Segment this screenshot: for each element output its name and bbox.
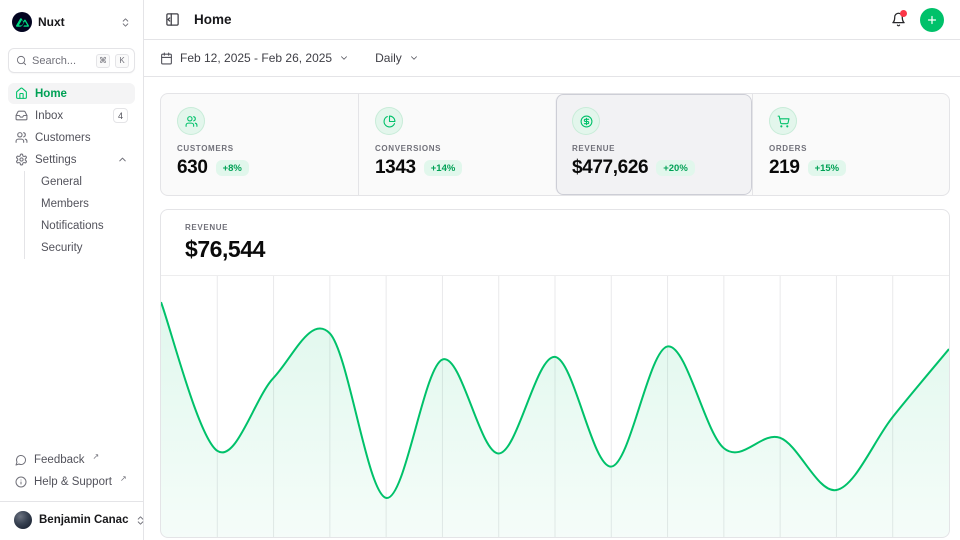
stat-label: ORDERS bbox=[769, 144, 933, 153]
app-root: Nuxt Search... ⌘ K Home bbox=[0, 0, 960, 540]
chevrons-up-down-icon bbox=[120, 17, 131, 28]
sidebar-item-inbox[interactable]: Inbox 4 bbox=[8, 105, 135, 126]
stat-delta-badge: +15% bbox=[808, 160, 847, 176]
sidebar-item-home[interactable]: Home bbox=[8, 83, 135, 104]
sidebar-item-security[interactable]: Security bbox=[37, 237, 135, 259]
chart-pie-icon bbox=[375, 107, 403, 135]
nuxt-logo-icon bbox=[12, 12, 32, 32]
date-range-picker[interactable]: Feb 12, 2025 - Feb 26, 2025 bbox=[160, 51, 349, 65]
date-range-value: Feb 12, 2025 - Feb 26, 2025 bbox=[180, 51, 332, 65]
stat-card-revenue[interactable]: REVENUE $477,626 +20% bbox=[555, 94, 752, 195]
stat-card-customers[interactable]: CUSTOMERS 630 +8% bbox=[161, 94, 358, 195]
user-name: Benjamin Canac bbox=[39, 514, 128, 526]
gear-icon bbox=[15, 153, 28, 166]
stat-label: REVENUE bbox=[572, 144, 736, 153]
info-circle-icon bbox=[15, 476, 27, 488]
sidebar-nav: Home Inbox 4 Customers Setting bbox=[8, 83, 135, 259]
sidebar-item-notifications[interactable]: Notifications bbox=[37, 215, 135, 237]
panel-left-close-icon bbox=[165, 12, 180, 27]
stat-delta-badge: +14% bbox=[424, 160, 463, 176]
chart-title: REVENUE bbox=[185, 223, 925, 232]
speech-bubble-icon bbox=[15, 454, 27, 466]
user-menu[interactable]: Benjamin Canac bbox=[8, 504, 135, 536]
sidebar-item-label: Inbox bbox=[35, 110, 63, 122]
stat-value: 1343 bbox=[375, 157, 416, 179]
users-icon bbox=[177, 107, 205, 135]
settings-subnav: General Members Notifications Security bbox=[24, 171, 135, 259]
sidebar-item-customers[interactable]: Customers bbox=[8, 127, 135, 148]
revenue-chart-card: REVENUE $76,544 14 Feb16 Feb18 Feb20 Feb… bbox=[160, 209, 950, 538]
sidebar-item-settings[interactable]: Settings bbox=[8, 149, 135, 170]
inbox-icon bbox=[15, 109, 28, 122]
stat-delta-badge: +8% bbox=[216, 160, 249, 176]
cart-icon bbox=[769, 107, 797, 135]
stat-delta-badge: +20% bbox=[656, 160, 695, 176]
workspace-name: Nuxt bbox=[38, 15, 114, 29]
stat-value: 219 bbox=[769, 157, 800, 179]
stat-label: CONVERSIONS bbox=[375, 144, 539, 153]
revenue-chart[interactable]: 14 Feb16 Feb18 Feb20 Feb22 Feb24 Feb bbox=[161, 275, 949, 537]
stat-card-orders[interactable]: ORDERS 219 +15% bbox=[752, 94, 949, 195]
stat-label: CUSTOMERS bbox=[177, 144, 342, 153]
dashboard-content: CUSTOMERS 630 +8% CONVERSIONS 1343 +14% bbox=[144, 77, 960, 540]
users-icon bbox=[15, 131, 28, 144]
stat-card-conversions[interactable]: CONVERSIONS 1343 +14% bbox=[358, 94, 555, 195]
stat-value: $477,626 bbox=[572, 157, 648, 179]
search-placeholder: Search... bbox=[32, 55, 91, 67]
footer-link-label: Help & Support bbox=[34, 476, 112, 488]
chevron-down-icon bbox=[409, 53, 419, 63]
chart-header: REVENUE $76,544 bbox=[161, 210, 949, 275]
workspace-switcher[interactable]: Nuxt bbox=[8, 10, 135, 34]
sidebar-item-general[interactable]: General bbox=[37, 171, 135, 193]
stat-value: 630 bbox=[177, 157, 208, 179]
granularity-value: Daily bbox=[375, 51, 402, 65]
plus-icon bbox=[926, 14, 938, 26]
circle-dollar-icon bbox=[572, 107, 600, 135]
sidebar: Nuxt Search... ⌘ K Home bbox=[0, 0, 144, 540]
help-support-link[interactable]: Help & Support ↗ bbox=[8, 471, 135, 493]
collapse-sidebar-button[interactable] bbox=[160, 8, 184, 32]
footer-link-label: Feedback bbox=[34, 454, 85, 466]
filters-toolbar: Feb 12, 2025 - Feb 26, 2025 Daily bbox=[144, 40, 960, 77]
chart-total-value: $76,544 bbox=[185, 236, 925, 263]
revenue-chart-svg bbox=[161, 276, 949, 537]
main-area: Home Feb 12, 2025 - Feb 26, 2025 bbox=[144, 0, 960, 540]
kbd-k: K bbox=[115, 54, 129, 68]
kbd-meta: ⌘ bbox=[96, 54, 110, 68]
page-header: Home bbox=[144, 0, 960, 40]
feedback-link[interactable]: Feedback ↗ bbox=[8, 449, 135, 471]
sidebar-item-label: Customers bbox=[35, 132, 91, 144]
avatar bbox=[14, 511, 32, 529]
chevron-down-icon bbox=[339, 53, 349, 63]
calendar-icon bbox=[160, 52, 173, 65]
notifications-button[interactable] bbox=[886, 8, 910, 32]
granularity-select[interactable]: Daily bbox=[375, 51, 419, 65]
inbox-count-badge: 4 bbox=[113, 108, 128, 123]
add-button[interactable] bbox=[920, 8, 944, 32]
chevron-up-icon bbox=[117, 154, 128, 165]
sidebar-item-label: Home bbox=[35, 88, 67, 100]
sidebar-item-members[interactable]: Members bbox=[37, 193, 135, 215]
stats-row: CUSTOMERS 630 +8% CONVERSIONS 1343 +14% bbox=[160, 93, 950, 196]
page-title: Home bbox=[194, 12, 232, 27]
search-input[interactable]: Search... ⌘ K bbox=[8, 48, 135, 73]
x-axis-labels: 14 Feb16 Feb18 Feb20 Feb22 Feb24 Feb bbox=[161, 537, 949, 538]
external-arrow-icon: ↗ bbox=[93, 452, 100, 461]
search-icon bbox=[16, 55, 27, 66]
external-arrow-icon: ↗ bbox=[120, 474, 127, 483]
house-icon bbox=[15, 87, 28, 100]
sidebar-item-label: Settings bbox=[35, 154, 77, 166]
notification-dot bbox=[900, 10, 907, 17]
